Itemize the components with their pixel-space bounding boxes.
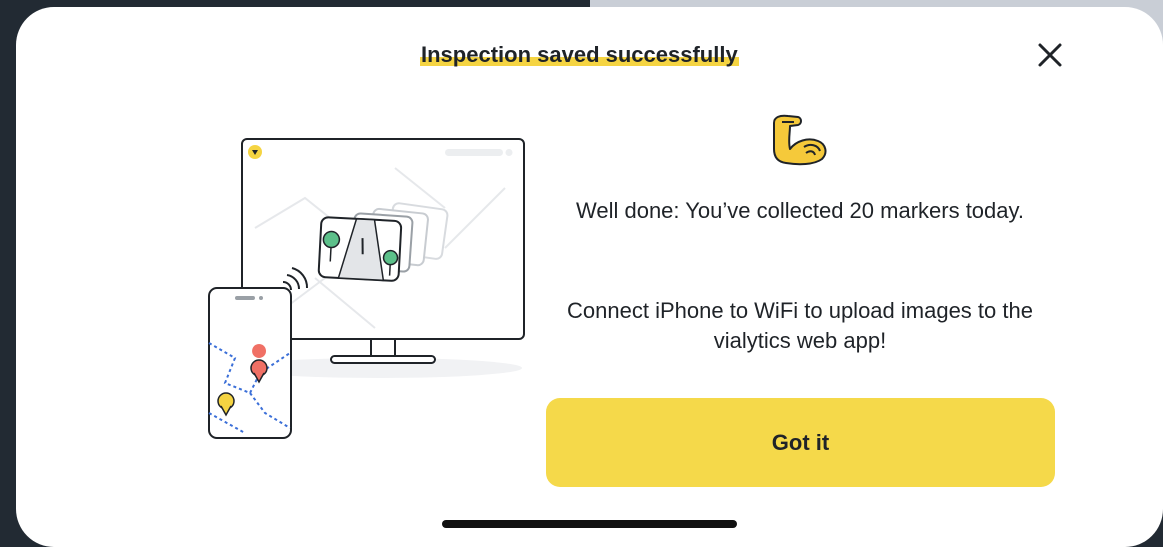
sync-illustration — [195, 128, 535, 448]
dialog-title: Inspection saved successfully — [420, 42, 739, 67]
upload-hint: Connect iPhone to WiFi to upload images … — [567, 298, 1033, 353]
got-it-button[interactable]: Got it — [546, 398, 1055, 487]
success-message: Well done: You’ve collected 20 markers t… — [575, 198, 1024, 223]
home-indicator — [442, 520, 737, 528]
flexed-biceps-icon — [768, 113, 832, 173]
close-button[interactable] — [1033, 38, 1067, 72]
close-icon — [1038, 43, 1062, 67]
